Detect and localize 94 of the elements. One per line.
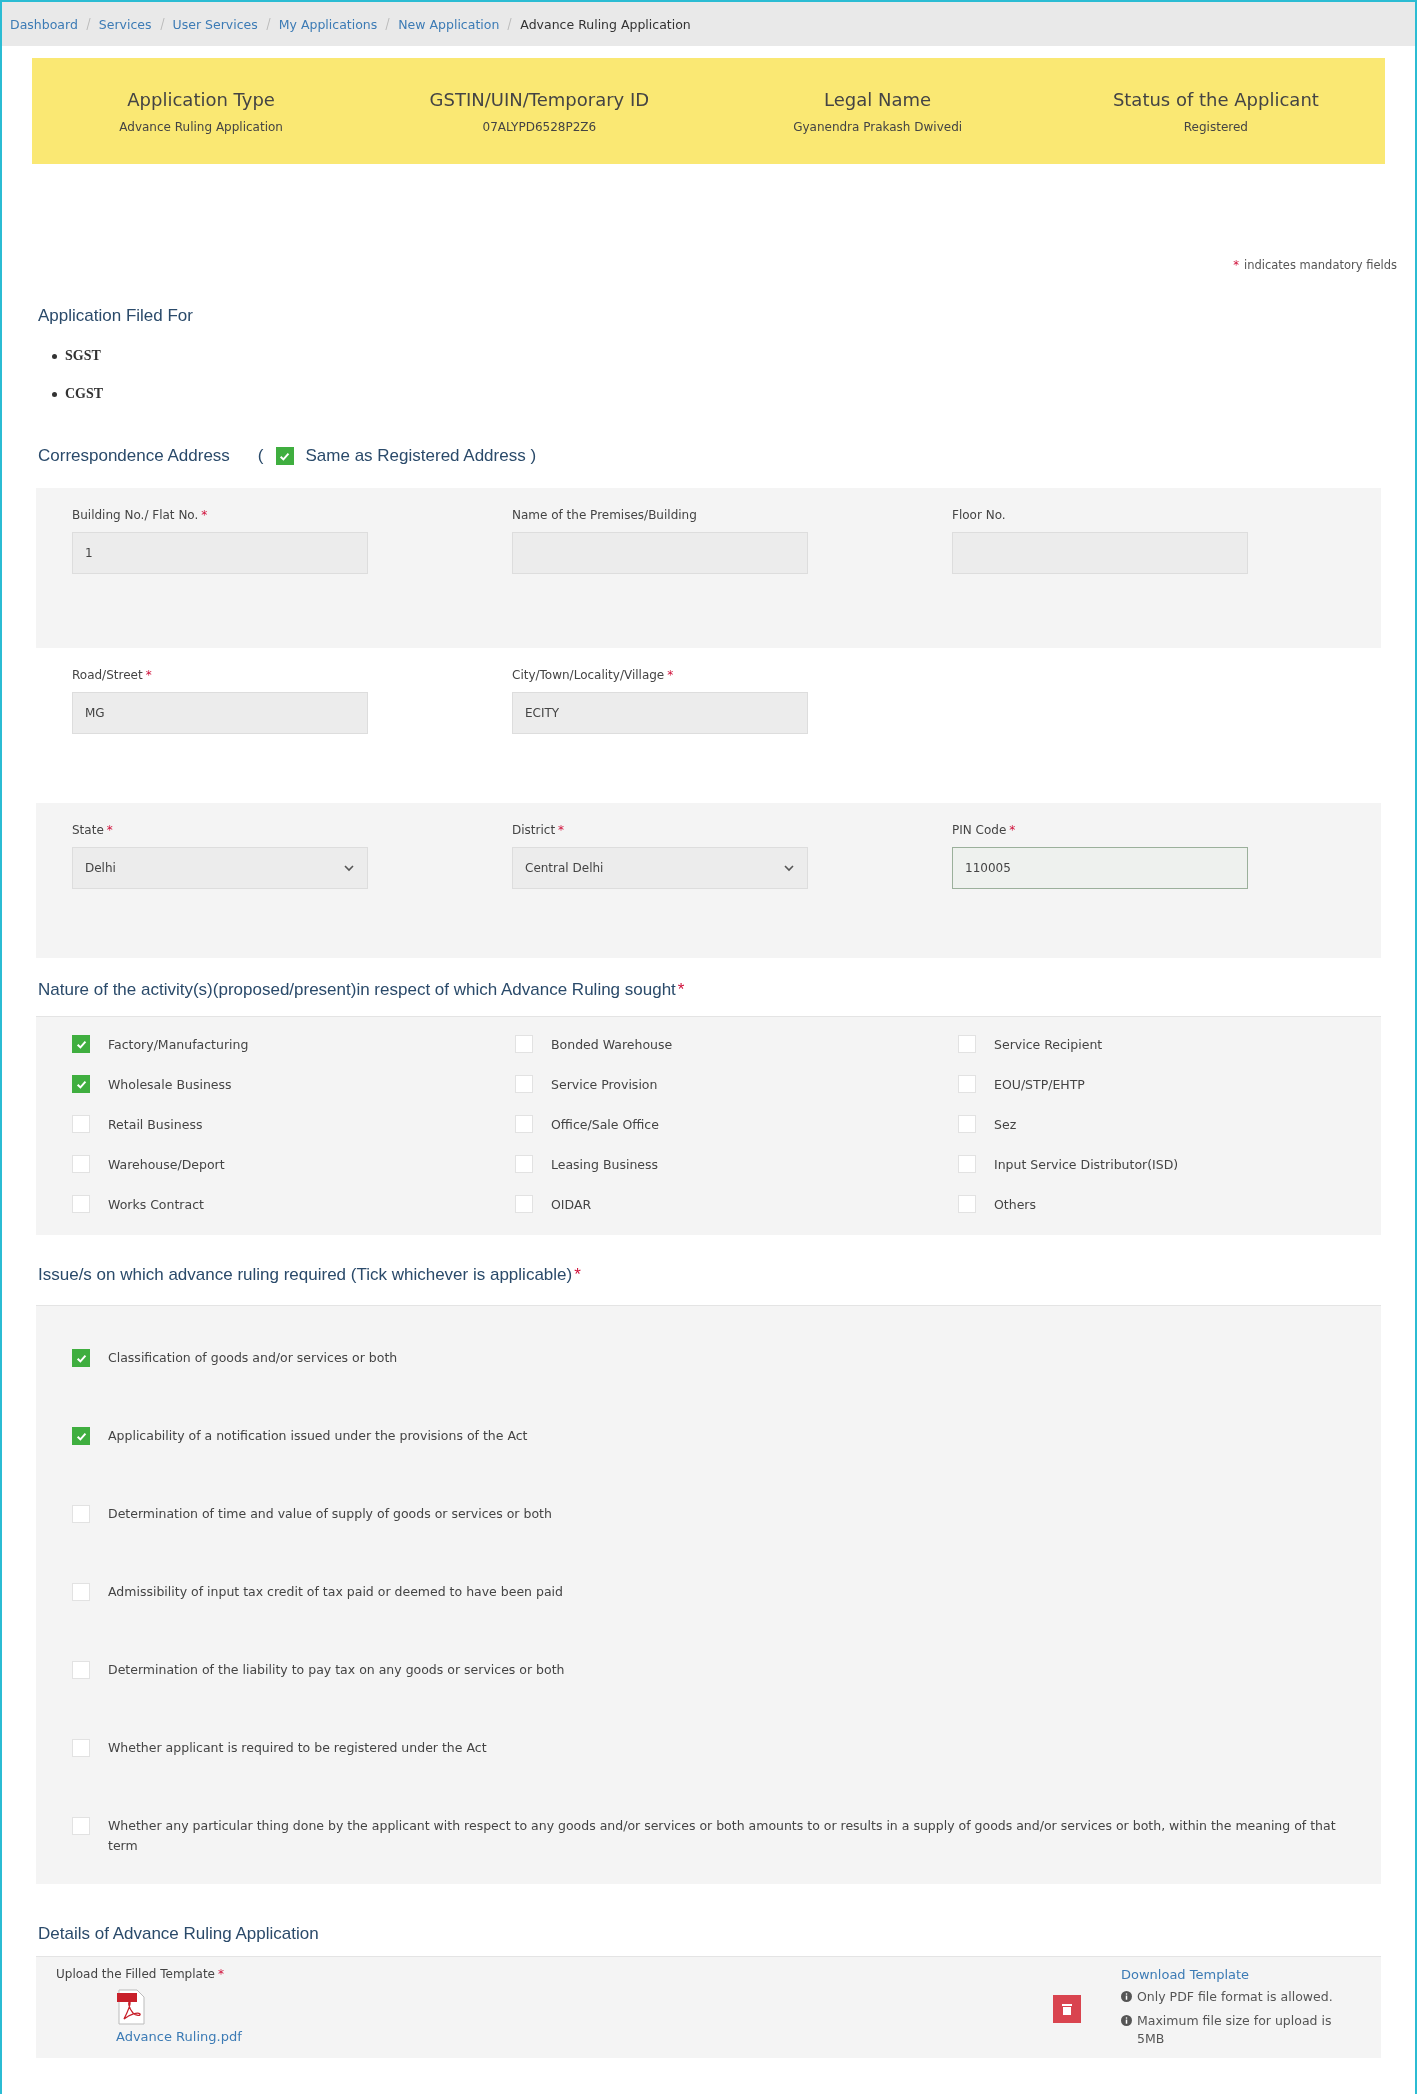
checkbox-label: Wholesale Business (108, 1076, 232, 1092)
field-label: PIN Code (952, 823, 1007, 837)
dropdown-field[interactable]: Delhi (72, 847, 368, 889)
required-mark: * (218, 1967, 224, 1981)
info-icon (1121, 1991, 1132, 2002)
parenthesis: ( (257, 446, 264, 466)
checkbox-label: Service Provision (551, 1076, 658, 1092)
info-text: Maximum file size for upload is 5MB (1137, 2012, 1333, 2048)
required-mark: * (558, 823, 565, 837)
summary-value: Advance Ruling Application (119, 119, 283, 134)
required-mark: * (1233, 258, 1239, 272)
summary-title: Application Type (127, 88, 275, 110)
section-title: Correspondence Address (38, 446, 230, 466)
checkbox-label: Same as Registered Address ) (305, 446, 537, 466)
checkmark-icon (75, 1078, 87, 1090)
checkbox[interactable] (72, 1427, 90, 1445)
required-mark: * (1009, 823, 1016, 837)
checkbox-label: Factory/Manufacturing (108, 1036, 249, 1052)
caret-icon (343, 864, 355, 872)
info-text: Only PDF file format is allowed. (1137, 1988, 1333, 2006)
summary-value: 07ALYPD6528P2Z6 (482, 119, 597, 134)
checkbox-label: Admissibility of input tax credit of tax paid or deemed to have been paid (108, 1583, 563, 1601)
required-mark: * (667, 668, 674, 682)
required-mark: * (106, 823, 113, 837)
summary-title: GSTIN/UIN/Temporary ID (429, 88, 650, 110)
section-title: Issue/s on which advance ruling required (Tick whichever is applicable) (38, 1265, 573, 1285)
input-field[interactable]: 110005 (952, 847, 1248, 889)
breadcrumb-link[interactable]: Services (98, 16, 152, 32)
section-title: Nature of the activity(s)(proposed/present)in respect of which Advance Ruling sought (38, 980, 676, 1000)
summary-value: Gyanendra Prakash Dwivedi (793, 119, 963, 134)
checkbox[interactable] (275, 447, 294, 465)
checkbox-label: EOU/STP/EHTP (994, 1076, 1085, 1092)
section-title: Application Filed For (38, 306, 193, 326)
mandatory-note: indicates mandatory fields (1244, 258, 1397, 272)
checkbox-label: Others (994, 1196, 1036, 1212)
checkbox-label: Bonded Warehouse (551, 1036, 673, 1052)
checkbox-label: Whether any particular thing done by the applicant with respect to any goods and/or services or both amounts to or results in a supply of goods and/or services or both, within the meaning of that term (108, 1817, 1337, 1855)
required-mark: * (145, 668, 152, 682)
checkbox[interactable] (72, 1349, 90, 1367)
checkbox-label: OIDAR (551, 1196, 592, 1212)
bullet-icon (52, 353, 57, 359)
checkbox-label: Office/Sale Office (551, 1116, 659, 1132)
field-label: Floor No. (952, 508, 1006, 522)
checkbox-label: Determination of the liability to pay tax on any goods or services or both (108, 1661, 565, 1679)
download-link[interactable]: Download Template (1121, 1967, 1361, 1982)
checkbox-label: Determination of time and value of supply of goods or services or both (108, 1505, 552, 1523)
checkbox[interactable] (72, 1075, 90, 1093)
checkbox-label: Retail Business (108, 1116, 203, 1132)
summary-title: Status of the Applicant (1112, 88, 1319, 110)
field-label: District (512, 823, 556, 837)
checkmark-icon (279, 450, 290, 462)
checkbox-label: Works Contract (108, 1196, 204, 1212)
section-title: Details of Advance Ruling Application (38, 1924, 319, 1944)
summary-title: Legal Name (824, 88, 932, 110)
input-field[interactable]: ECITY (512, 692, 808, 734)
summary-value: Registered (1183, 119, 1248, 134)
checkmark-icon (75, 1352, 87, 1364)
current-page-label: Advance Ruling Application (520, 16, 691, 32)
checkbox-label: Service Recipient (994, 1036, 1103, 1052)
trash-icon (1062, 2003, 1072, 2015)
file-link[interactable]: Advance Ruling.pdf (116, 2029, 242, 2044)
field-label: Road/Street (72, 668, 143, 682)
checkbox-label: Classification of goods and/or services or both (108, 1349, 398, 1367)
checkmark-icon (75, 1038, 87, 1050)
checkbox-label: Whether applicant is required to be registered under the Act (108, 1739, 487, 1757)
required-mark: * (201, 508, 208, 522)
breadcrumb-link[interactable]: New Application (398, 16, 500, 32)
checkbox-label: Sez (994, 1116, 1017, 1132)
field-label: State (72, 823, 104, 837)
list-item: SGST (65, 348, 101, 364)
dropdown-field[interactable]: Central Delhi (512, 847, 808, 889)
field-label: City/Town/Locality/Village (512, 668, 665, 682)
input-field[interactable]: MG (72, 692, 368, 734)
checkbox-label: Applicability of a notification issued under the provisions of the Act (108, 1427, 528, 1445)
delete-button[interactable] (1053, 1995, 1081, 2023)
info-icon (1121, 2015, 1132, 2026)
field-label: Name of the Premises/Building (512, 508, 697, 522)
checkbox-label: Warehouse/Deport (108, 1156, 225, 1172)
pdf-file-icon (116, 1989, 146, 2025)
bullet-icon (52, 391, 57, 397)
checkbox-label: Input Service Distributor(ISD) (994, 1156, 1179, 1172)
checkbox[interactable] (72, 1035, 90, 1053)
checkbox-label: Leasing Business (551, 1156, 659, 1172)
checkmark-icon (75, 1430, 87, 1442)
required-mark: * (677, 980, 685, 1000)
list-item: CGST (65, 386, 104, 402)
caret-icon (783, 864, 795, 872)
required-mark: * (574, 1265, 581, 1285)
field-label: Upload the Filled Template (56, 1967, 215, 1981)
breadcrumb-link[interactable]: Dashboard (10, 16, 78, 32)
input-field[interactable]: 1 (72, 532, 368, 574)
field-label: Building No./ Flat No. (72, 508, 199, 522)
breadcrumb-link[interactable]: User Services (172, 16, 258, 32)
breadcrumb-link[interactable]: My Applications (278, 16, 378, 32)
